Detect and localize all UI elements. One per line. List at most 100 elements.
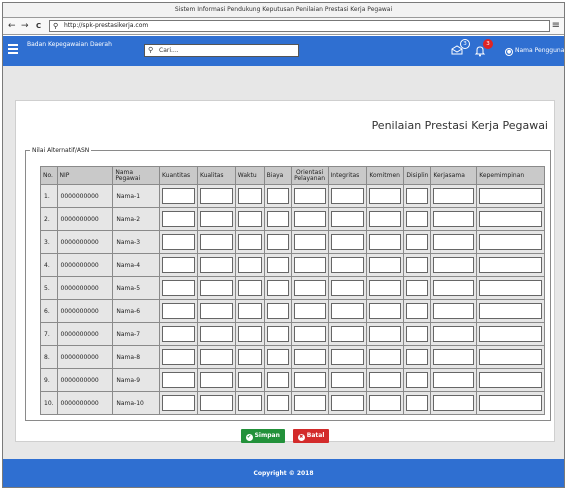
notifications-button[interactable]: 3 [472, 39, 493, 58]
biaya-score-input[interactable] [266, 234, 289, 250]
kuantitas-score-input[interactable] [162, 234, 195, 250]
komitmen-score-input[interactable] [369, 234, 402, 250]
biaya-score-input[interactable] [266, 395, 289, 411]
search-input[interactable]: ⚲ Cari.... [144, 44, 299, 57]
messages-button[interactable]: 3 [449, 39, 470, 58]
komitmen-score-input[interactable] [369, 188, 402, 204]
kualitas-score-input[interactable] [199, 395, 233, 411]
kerjasama-score-input[interactable] [433, 234, 475, 250]
komitmen-score-input[interactable] [369, 211, 402, 227]
save-button[interactable]: ✔ Simpan [240, 429, 285, 443]
kualitas-score-input[interactable] [199, 257, 233, 273]
disiplin-score-input[interactable] [406, 280, 429, 296]
biaya-score-input[interactable] [266, 188, 289, 204]
kuantitas-score-input[interactable] [162, 303, 195, 319]
user-menu[interactable]: ● Nama Pengguna [505, 46, 564, 56]
forward-icon[interactable]: → [21, 20, 29, 32]
waktu-score-input[interactable] [237, 303, 262, 319]
cancel-button[interactable]: ✖ Batal [292, 429, 330, 443]
kerjasama-score-input[interactable] [433, 188, 475, 204]
waktu-score-input[interactable] [237, 349, 262, 365]
disiplin-score-input[interactable] [406, 188, 429, 204]
orientasi-score-input[interactable] [293, 257, 326, 273]
hamburger-menu-icon[interactable] [8, 44, 18, 54]
waktu-score-input[interactable] [237, 234, 262, 250]
waktu-score-input[interactable] [237, 280, 262, 296]
disiplin-score-input[interactable] [406, 372, 429, 388]
kepemimpinan-score-input[interactable] [479, 234, 542, 250]
browser-menu-icon[interactable]: ≡ [552, 19, 560, 33]
orientasi-score-input[interactable] [293, 326, 326, 342]
kuantitas-score-input[interactable] [162, 372, 195, 388]
kualitas-score-input[interactable] [199, 372, 233, 388]
disiplin-score-input[interactable] [406, 303, 429, 319]
kerjasama-score-input[interactable] [433, 395, 475, 411]
url-input[interactable]: ⚲ http://spk-prestasikerja.com [49, 20, 550, 32]
kepemimpinan-score-input[interactable] [479, 326, 542, 342]
orientasi-score-input[interactable] [293, 372, 326, 388]
kualitas-score-input[interactable] [199, 280, 233, 296]
kepemimpinan-score-input[interactable] [479, 188, 542, 204]
orientasi-score-input[interactable] [293, 211, 326, 227]
waktu-score-input[interactable] [237, 188, 262, 204]
waktu-score-input[interactable] [237, 326, 262, 342]
kuantitas-score-input[interactable] [162, 188, 195, 204]
kerjasama-score-input[interactable] [433, 257, 475, 273]
biaya-score-input[interactable] [266, 372, 289, 388]
kepemimpinan-score-input[interactable] [479, 280, 542, 296]
disiplin-score-input[interactable] [406, 395, 429, 411]
kepemimpinan-score-input[interactable] [479, 257, 542, 273]
komitmen-score-input[interactable] [369, 257, 402, 273]
back-icon[interactable]: ← [8, 20, 16, 32]
kuantitas-score-input[interactable] [162, 280, 195, 296]
integritas-score-input[interactable] [330, 349, 365, 365]
disiplin-score-input[interactable] [406, 326, 429, 342]
kerjasama-score-input[interactable] [433, 349, 475, 365]
integritas-score-input[interactable] [330, 188, 365, 204]
biaya-score-input[interactable] [266, 280, 289, 296]
orientasi-score-input[interactable] [293, 234, 326, 250]
orientasi-score-input[interactable] [293, 303, 326, 319]
kualitas-score-input[interactable] [199, 326, 233, 342]
kualitas-score-input[interactable] [199, 211, 233, 227]
kepemimpinan-score-input[interactable] [479, 395, 542, 411]
disiplin-score-input[interactable] [406, 349, 429, 365]
kerjasama-score-input[interactable] [433, 326, 475, 342]
kerjasama-score-input[interactable] [433, 280, 475, 296]
kepemimpinan-score-input[interactable] [479, 303, 542, 319]
kepemimpinan-score-input[interactable] [479, 211, 542, 227]
integritas-score-input[interactable] [330, 303, 365, 319]
kuantitas-score-input[interactable] [162, 349, 195, 365]
orientasi-score-input[interactable] [293, 188, 326, 204]
kuantitas-score-input[interactable] [162, 395, 195, 411]
waktu-score-input[interactable] [237, 211, 262, 227]
kuantitas-score-input[interactable] [162, 326, 195, 342]
biaya-score-input[interactable] [266, 326, 289, 342]
kuantitas-score-input[interactable] [162, 257, 195, 273]
kerjasama-score-input[interactable] [433, 372, 475, 388]
komitmen-score-input[interactable] [369, 372, 402, 388]
kuantitas-score-input[interactable] [162, 211, 195, 227]
disiplin-score-input[interactable] [406, 211, 429, 227]
komitmen-score-input[interactable] [369, 280, 402, 296]
integritas-score-input[interactable] [330, 280, 365, 296]
integritas-score-input[interactable] [330, 211, 365, 227]
disiplin-score-input[interactable] [406, 234, 429, 250]
reload-icon[interactable]: C [36, 20, 41, 32]
kepemimpinan-score-input[interactable] [479, 372, 542, 388]
kepemimpinan-score-input[interactable] [479, 349, 542, 365]
waktu-score-input[interactable] [237, 257, 262, 273]
orientasi-score-input[interactable] [293, 395, 326, 411]
integritas-score-input[interactable] [330, 395, 365, 411]
biaya-score-input[interactable] [266, 211, 289, 227]
disiplin-score-input[interactable] [406, 257, 429, 273]
integritas-score-input[interactable] [330, 372, 365, 388]
orientasi-score-input[interactable] [293, 349, 326, 365]
biaya-score-input[interactable] [266, 257, 289, 273]
waktu-score-input[interactable] [237, 395, 262, 411]
kualitas-score-input[interactable] [199, 349, 233, 365]
kualitas-score-input[interactable] [199, 188, 233, 204]
biaya-score-input[interactable] [266, 303, 289, 319]
biaya-score-input[interactable] [266, 349, 289, 365]
kualitas-score-input[interactable] [199, 303, 233, 319]
